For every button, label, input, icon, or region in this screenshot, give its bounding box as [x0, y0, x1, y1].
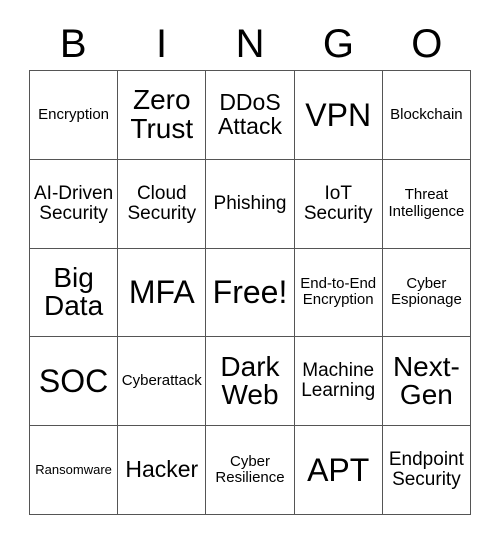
bingo-cell-label: Zero Trust	[130, 84, 194, 144]
bingo-cell-label: VPN	[305, 96, 372, 133]
bingo-free-space-cell[interactable]: Free!	[206, 248, 295, 338]
bingo-cell-label: APT	[307, 452, 370, 489]
bingo-cell[interactable]: Endpoint Security	[382, 426, 471, 515]
bingo-cell-label: DDoS Attack	[218, 88, 282, 139]
bingo-header-letter-n: N	[235, 22, 265, 66]
bingo-cell[interactable]: SOC	[30, 337, 119, 427]
bingo-cell[interactable]: Phishing	[206, 159, 295, 249]
bingo-cell[interactable]: Cyber Resilience	[206, 426, 295, 515]
bingo-cell-label: Hacker	[125, 456, 199, 483]
bingo-cell-label: End-to-End Encryption	[300, 274, 377, 309]
bingo-header-letter-o: O	[411, 22, 443, 66]
bingo-cell[interactable]: Next-Gen	[382, 337, 471, 427]
bingo-cell-label: Phishing	[213, 192, 287, 214]
bingo-cell[interactable]: Cyber Espionage	[382, 248, 471, 338]
bingo-cell-label: Cloud Security	[127, 182, 197, 224]
bingo-cell[interactable]: Blockchain	[382, 71, 471, 160]
bingo-cell-label: Blockchain	[390, 105, 463, 123]
bingo-cell[interactable]: End-to-End Encryption	[294, 248, 383, 338]
bingo-cell-label: Endpoint Security	[388, 448, 464, 491]
bingo-cell-label: AI-Driven Security	[34, 182, 114, 224]
bingo-cell[interactable]: IoT Security	[294, 159, 383, 249]
bingo-cell-label: Ransomware	[35, 461, 112, 477]
bingo-header-letter-g: G	[322, 22, 354, 66]
bingo-cell[interactable]: AI-Driven Security	[30, 159, 119, 249]
bingo-cell[interactable]: Dark Web	[206, 337, 295, 427]
bingo-cell[interactable]: Machine Learning	[294, 337, 383, 427]
bingo-cell-label: SOC	[38, 363, 109, 400]
bingo-cell[interactable]: Hacker	[118, 426, 207, 515]
bingo-cell-label: Threat Intelligence	[388, 186, 465, 220]
bingo-cell-label: MFA	[128, 274, 195, 311]
bingo-cell-label: Big Data	[44, 261, 104, 322]
bingo-grid: Encryption Zero Trust DDoS Attack VPN Blockc…	[29, 70, 471, 515]
bingo-cell-label: IoT Security	[303, 182, 373, 224]
bingo-cell-label: Dark Web	[220, 350, 280, 411]
bingo-cell[interactable]: Encryption	[30, 71, 119, 160]
bingo-cell[interactable]: MFA	[118, 248, 207, 338]
bingo-cell-label: Cyber Resilience	[215, 452, 285, 487]
bingo-header-letter-i: I	[156, 22, 168, 66]
bingo-cell[interactable]: Ransomware	[30, 426, 119, 515]
bingo-cell-label: Encryption	[38, 105, 110, 123]
bingo-free-space-label: Free!	[212, 274, 288, 311]
bingo-cell[interactable]: APT	[294, 426, 383, 515]
bingo-cell[interactable]: Cloud Security	[118, 159, 207, 249]
bingo-cell[interactable]: Threat Intelligence	[382, 159, 471, 249]
bingo-cell[interactable]: DDoS Attack	[206, 71, 295, 160]
bingo-header-letter-b: B	[59, 22, 87, 66]
bingo-cell[interactable]: Cyberattack	[118, 337, 207, 427]
bingo-cell-label: Cyberattack	[121, 372, 202, 390]
bingo-cell-label: Cyber Espionage	[390, 274, 462, 309]
bingo-cell[interactable]: Zero Trust	[118, 71, 207, 160]
bingo-header-row: B I N G O	[29, 18, 471, 70]
bingo-card: B I N G O Encryption Zero Trust DDoS Attac…	[0, 0, 500, 544]
bingo-cell-label: Next-Gen	[392, 350, 460, 411]
bingo-cell-label: Machine Learning	[301, 360, 376, 402]
bingo-cell[interactable]: VPN	[294, 71, 383, 160]
bingo-cell[interactable]: Big Data	[30, 248, 119, 338]
